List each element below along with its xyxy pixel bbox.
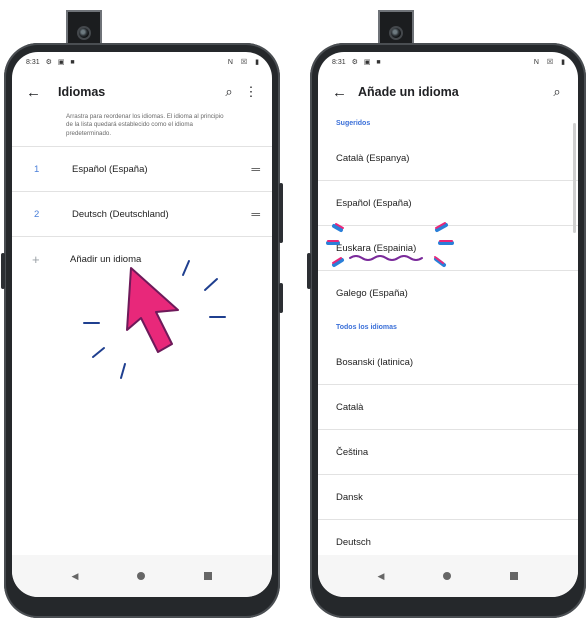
- nav-bar: ◀: [12, 555, 272, 597]
- side-button-left: [307, 253, 311, 289]
- camera-lens-icon: [389, 26, 403, 40]
- drag-handle-icon[interactable]: ═: [251, 207, 260, 221]
- status-right-icons: N ☒ ▮: [533, 59, 568, 66]
- language-option-euskara[interactable]: Euskara (Espainia): [318, 226, 578, 271]
- language-order-number: 2: [34, 208, 40, 220]
- language-option[interactable]: Dansk: [318, 475, 578, 520]
- nav-recents-icon[interactable]: [510, 572, 519, 580]
- language-item-2[interactable]: 2 Deutsch (Deutschland) ═: [12, 192, 272, 236]
- status-time: 8:31: [332, 58, 346, 66]
- language-option[interactable]: Català: [318, 385, 578, 430]
- status-time: 8:31: [26, 58, 40, 66]
- language-option[interactable]: Bosanski (latinica): [318, 340, 578, 385]
- status-bar: 8:31 ⚙ ▣ ■ N ☒ ▮: [318, 52, 578, 72]
- status-bar: 8:31 ⚙ ▣ ■ N ☒ ▮: [12, 52, 272, 72]
- page-title: Idiomas: [58, 85, 106, 99]
- camera-lens-icon: [77, 26, 91, 40]
- language-name: Español (España): [72, 163, 148, 175]
- language-name: Deutsch (Deutschland): [72, 208, 169, 220]
- more-options-icon[interactable]: ⋮: [240, 84, 262, 100]
- nav-home-icon[interactable]: [137, 572, 146, 580]
- status-right-icons: N ☒ ▮: [227, 59, 262, 66]
- app-bar: ← Idiomas ⌕ ⋮: [12, 72, 272, 112]
- search-icon[interactable]: ⌕: [546, 84, 568, 100]
- language-option[interactable]: Galego (España): [318, 271, 578, 316]
- screen-idiomas: 8:31 ⚙ ▣ ■ N ☒ ▮ ← Idiomas ⌕ ⋮ Arrastra …: [12, 52, 272, 597]
- language-option[interactable]: Español (España): [318, 181, 578, 226]
- nav-back-icon[interactable]: ◀: [72, 571, 79, 582]
- status-icons: ⚙ ▣ ■: [45, 59, 77, 66]
- nav-bar: ◀: [318, 555, 578, 597]
- language-option[interactable]: Català (Espanya): [318, 136, 578, 181]
- status-icons: ⚙ ▣ ■: [351, 59, 383, 66]
- nav-home-icon[interactable]: [443, 572, 452, 580]
- popup-camera-left: [66, 10, 102, 46]
- back-arrow-icon[interactable]: ←: [332, 84, 358, 101]
- volume-button: [279, 283, 283, 313]
- screen-add-language: 8:31 ⚙ ▣ ■ N ☒ ▮ ← Añade un idioma ⌕ Sug…: [318, 52, 578, 597]
- section-header-all: Todos los idiomas: [336, 324, 397, 331]
- back-arrow-icon[interactable]: ←: [26, 84, 52, 101]
- nav-back-icon[interactable]: ◀: [378, 571, 385, 582]
- popup-camera-right: [378, 10, 414, 46]
- language-item-1[interactable]: 1 Español (España) ═: [12, 147, 272, 191]
- drag-handle-icon[interactable]: ═: [251, 162, 260, 176]
- phone-left: 8:31 ⚙ ▣ ■ N ☒ ▮ ← Idiomas ⌕ ⋮ Arrastra …: [1, 43, 283, 618]
- phone-right: 8:31 ⚙ ▣ ■ N ☒ ▮ ← Añade un idioma ⌕ Sug…: [307, 43, 586, 618]
- add-language-button[interactable]: + Añadir un idioma: [12, 237, 272, 281]
- app-bar: ← Añade un idioma ⌕: [318, 72, 578, 112]
- plus-icon: +: [32, 251, 40, 267]
- scrollbar[interactable]: [573, 123, 576, 233]
- language-order-number: 1: [34, 163, 40, 175]
- page-title: Añade un idioma: [358, 85, 459, 99]
- add-language-label: Añadir un idioma: [70, 253, 142, 265]
- side-button-left: [1, 253, 5, 289]
- instructions-text: Arrastra para reordenar los idiomas. El …: [66, 113, 224, 137]
- power-button: [279, 183, 283, 243]
- search-icon[interactable]: ⌕: [218, 84, 240, 100]
- nav-recents-icon[interactable]: [204, 572, 213, 580]
- section-header-suggested: Sugeridos: [336, 120, 371, 127]
- language-option[interactable]: Čeština: [318, 430, 578, 475]
